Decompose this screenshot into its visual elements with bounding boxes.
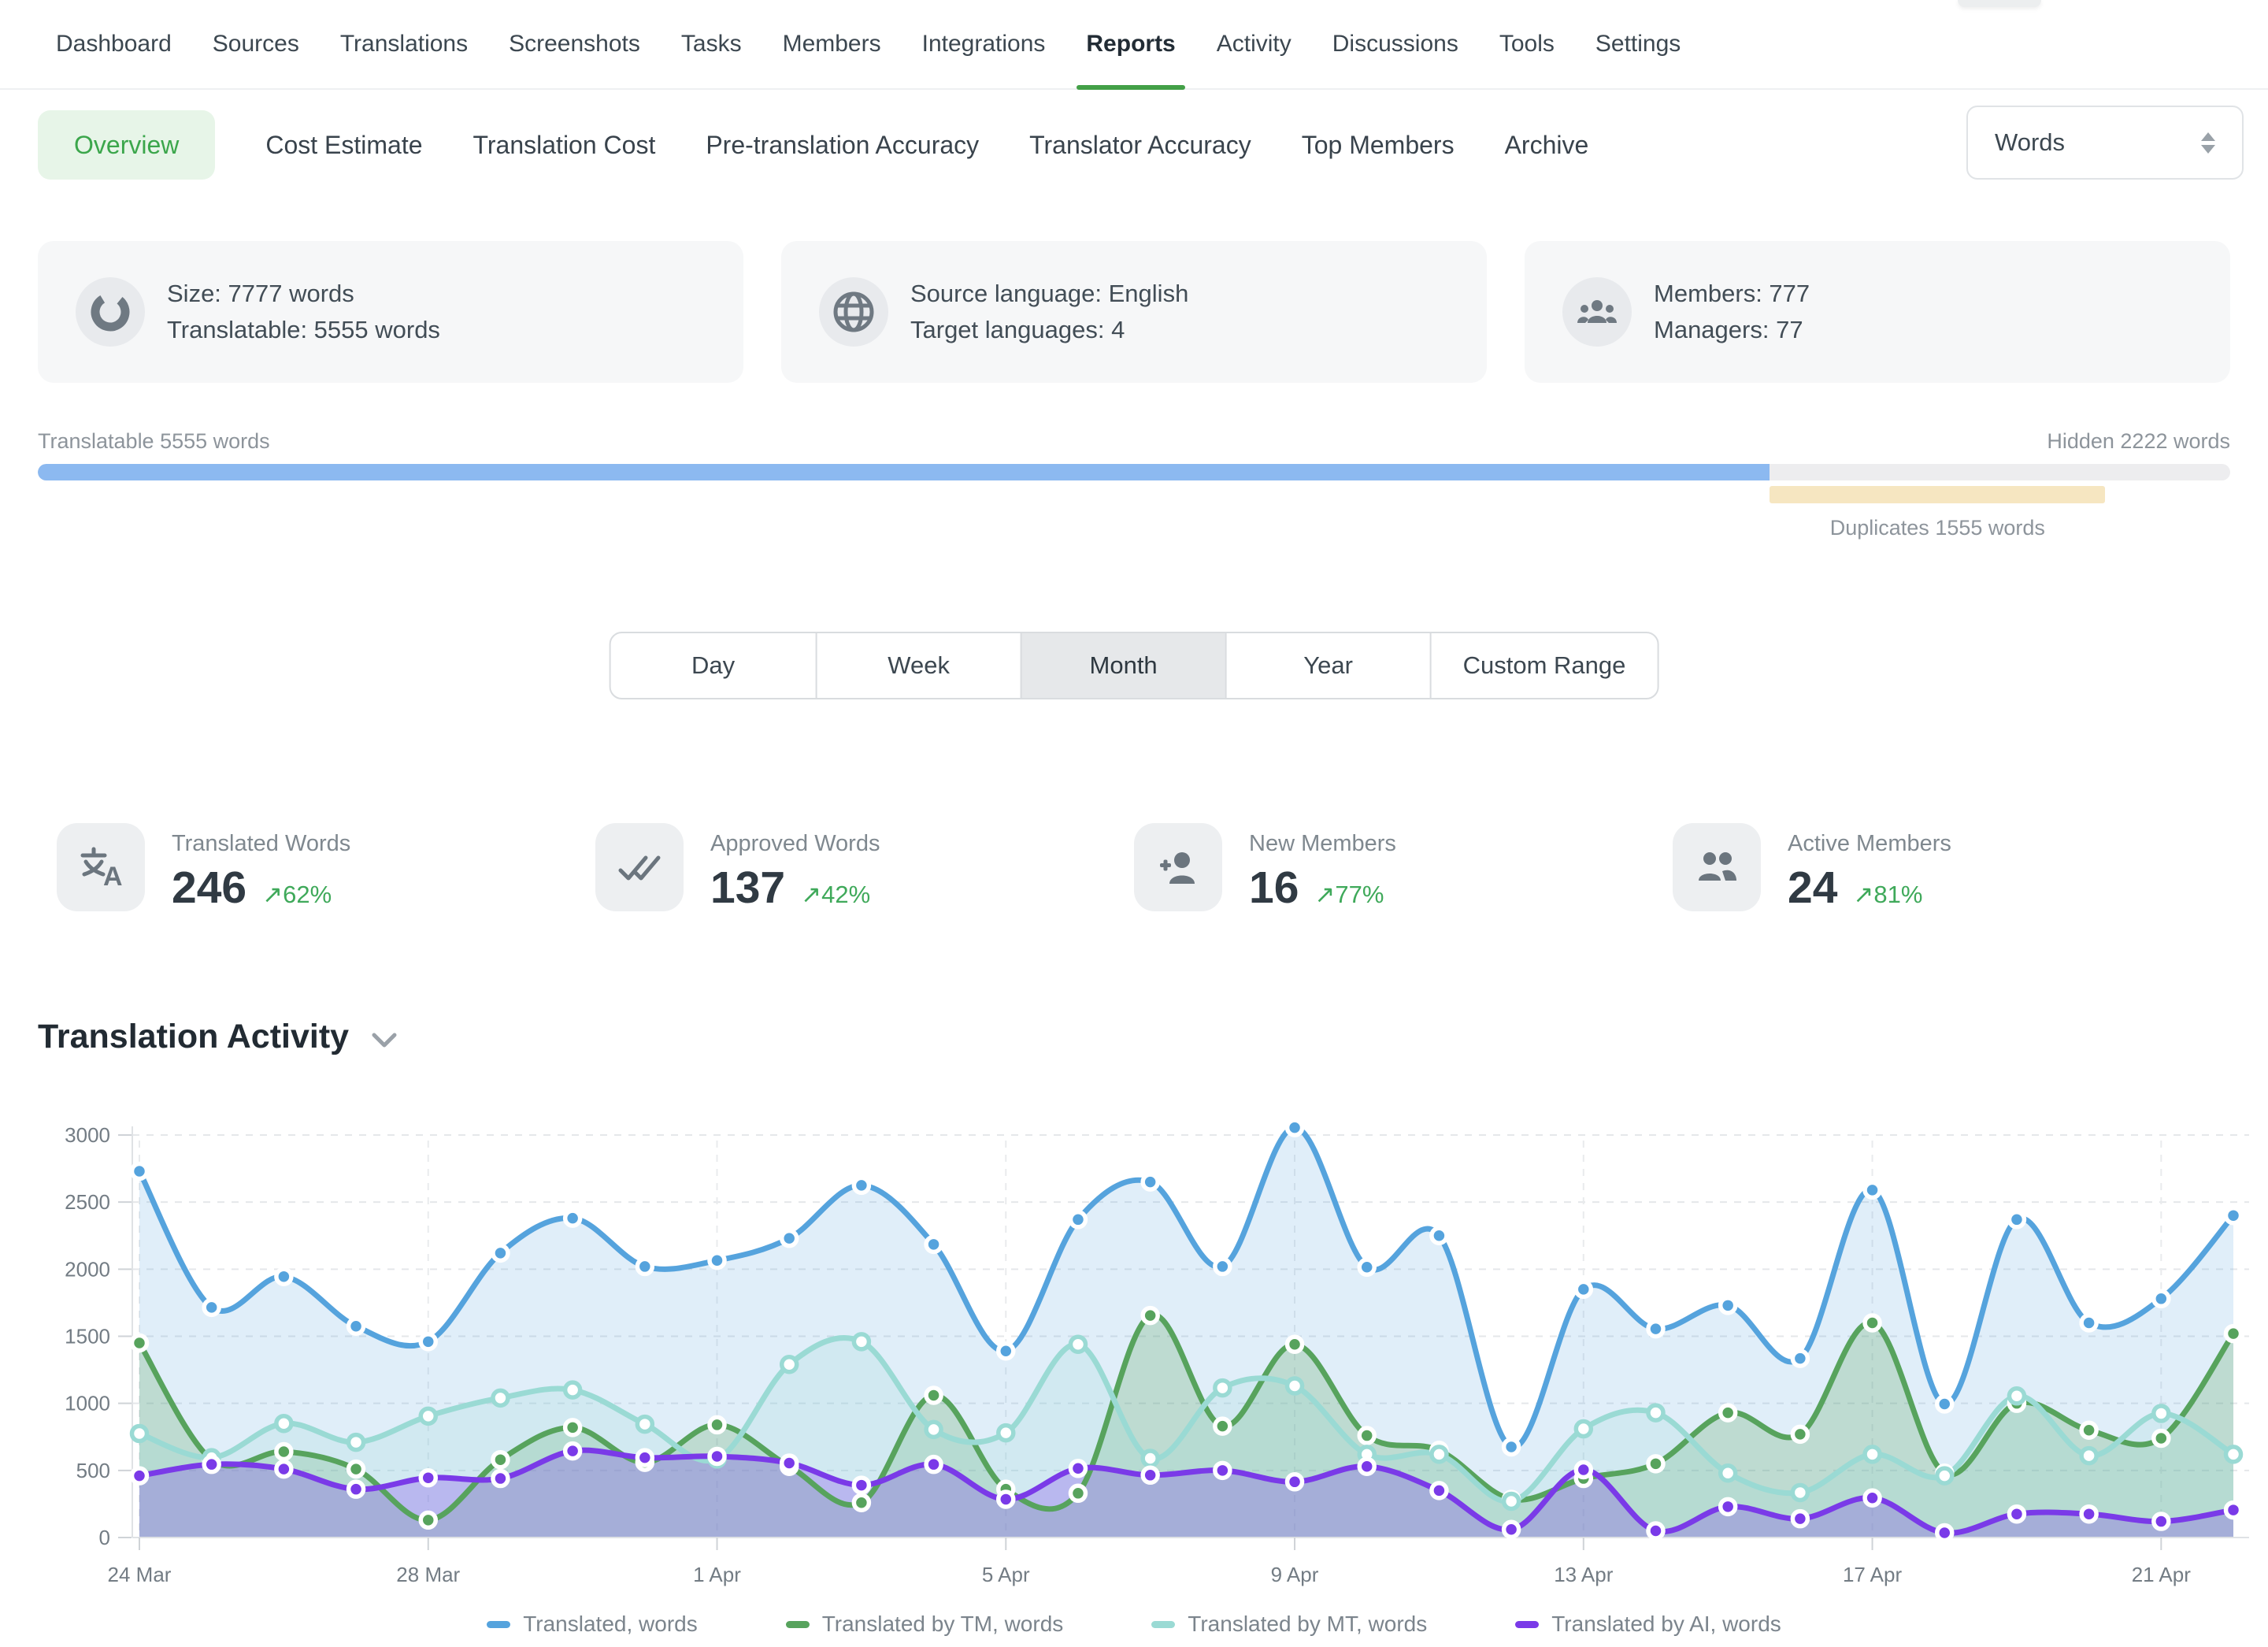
hidden-label: Hidden 2222 words — [2047, 429, 2230, 454]
summary-card: Source language: EnglishTarget languages… — [781, 241, 1487, 383]
range-tab-week[interactable]: Week — [816, 633, 1021, 698]
reports-sub-navigation: Overview Cost Estimate Translation Cost Pre… — [38, 109, 1588, 181]
legend-item-translated-words[interactable]: Translated, words — [487, 1612, 698, 1637]
svg-text:3000: 3000 — [65, 1123, 110, 1147]
stat-translated-words: A Translated Words 246 ↗62% — [57, 823, 595, 914]
select-caret-icon — [2201, 132, 2215, 154]
report-tab-archive[interactable]: Archive — [1505, 131, 1589, 160]
summary-cards: Size: 7777 wordsTranslatable: 5555 words… — [38, 241, 2230, 383]
summary-card-text: Size: 7777 wordsTranslatable: 5555 words — [167, 276, 440, 348]
report-tab-translation-cost[interactable]: Translation Cost — [473, 131, 656, 160]
range-tab-day[interactable]: Day — [611, 633, 816, 698]
chart-legend: Translated, words Translated by TM, words… — [0, 1612, 2268, 1637]
translatable-progress-fill — [38, 464, 1770, 480]
person-plus-icon — [1134, 823, 1222, 911]
summary-card-text: Members: 777Managers: 77 — [1654, 276, 1810, 348]
svg-text:5 Apr: 5 Apr — [982, 1563, 1030, 1586]
legend-dash-icon — [786, 1621, 810, 1628]
translation-activity-chart: 0 500 1000 1500 2000 2500 3000 24 Mar 28 Mar 1 Ap… — [0, 1095, 2268, 1612]
summary-card-text: Source language: EnglishTarget languages… — [910, 276, 1188, 348]
range-tab-year[interactable]: Year — [1225, 633, 1430, 698]
report-tab-pre-translation-accuracy[interactable]: Pre-translation Accuracy — [706, 131, 979, 160]
stat-value: 246 — [172, 862, 246, 914]
words-progress-bar — [38, 464, 2230, 480]
svg-text:500: 500 — [76, 1459, 110, 1482]
nav-tab-integrations[interactable]: Integrations — [922, 0, 1046, 88]
translatable-label: Translatable 5555 words — [38, 429, 270, 454]
nav-tab-activity[interactable]: Activity — [1217, 0, 1292, 88]
legend-label: Translated, words — [523, 1612, 698, 1637]
stat-change: ↗42% — [801, 881, 870, 909]
svg-text:28 Mar: 28 Mar — [396, 1563, 460, 1586]
stat-active-members: Active Members 24 ↗81% — [1673, 823, 2211, 914]
svg-text:A: A — [103, 862, 123, 892]
svg-text:13 Apr: 13 Apr — [1554, 1563, 1614, 1586]
chevron-down-icon[interactable] — [371, 1032, 398, 1049]
svg-text:17 Apr: 17 Apr — [1843, 1563, 1903, 1586]
duplicates-label: Duplicates 1555 words — [1830, 516, 2045, 540]
stat-value: 137 — [710, 862, 785, 914]
legend-item-translated-by-ai-words[interactable]: Translated by AI, words — [1515, 1612, 1781, 1637]
svg-text:2500: 2500 — [65, 1190, 110, 1214]
summary-card: Members: 777Managers: 77 — [1525, 241, 2230, 383]
nav-tab-translations[interactable]: Translations — [340, 0, 468, 88]
svg-text:1000: 1000 — [65, 1392, 110, 1415]
people-icon — [1673, 823, 1761, 911]
stat-label: Approved Words — [710, 831, 880, 857]
svg-text:24 Mar: 24 Mar — [108, 1563, 172, 1586]
stat-value: 24 — [1788, 862, 1837, 914]
donut-icon — [76, 277, 145, 347]
legend-item-translated-by-mt-words[interactable]: Translated by MT, words — [1151, 1612, 1427, 1637]
unit-select[interactable]: Words — [1966, 106, 2244, 180]
svg-text:2000: 2000 — [65, 1257, 110, 1281]
globe-icon — [819, 277, 888, 347]
nav-tab-members[interactable]: Members — [783, 0, 881, 88]
stat-label: Translated Words — [172, 831, 350, 857]
svg-text:1 Apr: 1 Apr — [693, 1563, 741, 1586]
nav-tab-settings[interactable]: Settings — [1595, 0, 1681, 88]
report-tab-translator-accuracy[interactable]: Translator Accuracy — [1029, 131, 1251, 160]
nav-tab-tools[interactable]: Tools — [1499, 0, 1555, 88]
nav-tab-tasks[interactable]: Tasks — [681, 0, 742, 88]
summary-card: Size: 7777 wordsTranslatable: 5555 words — [38, 241, 743, 383]
section-title: Translation Activity — [38, 1018, 349, 1056]
stat-value: 16 — [1249, 862, 1299, 914]
nav-tab-discussions[interactable]: Discussions — [1332, 0, 1458, 88]
kpi-stats: A Translated Words 246 ↗62% Approved Words 13… — [57, 823, 2211, 914]
double-check-icon — [595, 823, 684, 911]
legend-dash-icon — [1515, 1621, 1539, 1628]
time-range-tabs: DayWeekMonthYearCustom Range — [610, 632, 1659, 699]
duplicates-bar — [1770, 486, 2105, 503]
nav-tab-reports[interactable]: Reports — [1086, 0, 1175, 88]
range-tab-custom-range[interactable]: Custom Range — [1430, 633, 1658, 698]
svg-text:0: 0 — [99, 1526, 110, 1549]
range-tab-month[interactable]: Month — [1021, 633, 1225, 698]
nav-tab-dashboard[interactable]: Dashboard — [56, 0, 172, 88]
report-tab-cost-estimate[interactable]: Cost Estimate — [265, 131, 422, 160]
stat-change: ↗62% — [262, 881, 332, 909]
translate-icon: A — [57, 823, 145, 911]
svg-text:1500: 1500 — [65, 1325, 110, 1348]
report-tab-overview[interactable]: Overview — [38, 110, 215, 180]
legend-dash-icon — [487, 1621, 510, 1628]
stat-new-members: New Members 16 ↗77% — [1134, 823, 1673, 914]
legend-label: Translated by TM, words — [822, 1612, 1064, 1637]
stat-change: ↗81% — [1853, 881, 1922, 909]
stat-change: ↗77% — [1314, 881, 1384, 909]
svg-text:21 Apr: 21 Apr — [2132, 1563, 2192, 1586]
legend-label: Translated by MT, words — [1188, 1612, 1427, 1637]
stat-label: Active Members — [1788, 831, 1951, 857]
legend-dash-icon — [1151, 1621, 1175, 1628]
unit-select-value: Words — [1995, 128, 2065, 157]
legend-label: Translated by AI, words — [1551, 1612, 1781, 1637]
top-navigation: Dashboard Sources Translations Screenshots T… — [0, 0, 2268, 90]
report-tab-top-members[interactable]: Top Members — [1302, 131, 1455, 160]
legend-item-translated-by-tm-words[interactable]: Translated by TM, words — [786, 1612, 1064, 1637]
stat-label: New Members — [1249, 831, 1396, 857]
svg-text:9 Apr: 9 Apr — [1271, 1563, 1319, 1586]
stat-approved-words: Approved Words 137 ↗42% — [595, 823, 1134, 914]
people-group-icon — [1562, 277, 1632, 347]
nav-tab-sources[interactable]: Sources — [213, 0, 299, 88]
nav-tab-screenshots[interactable]: Screenshots — [509, 0, 640, 88]
